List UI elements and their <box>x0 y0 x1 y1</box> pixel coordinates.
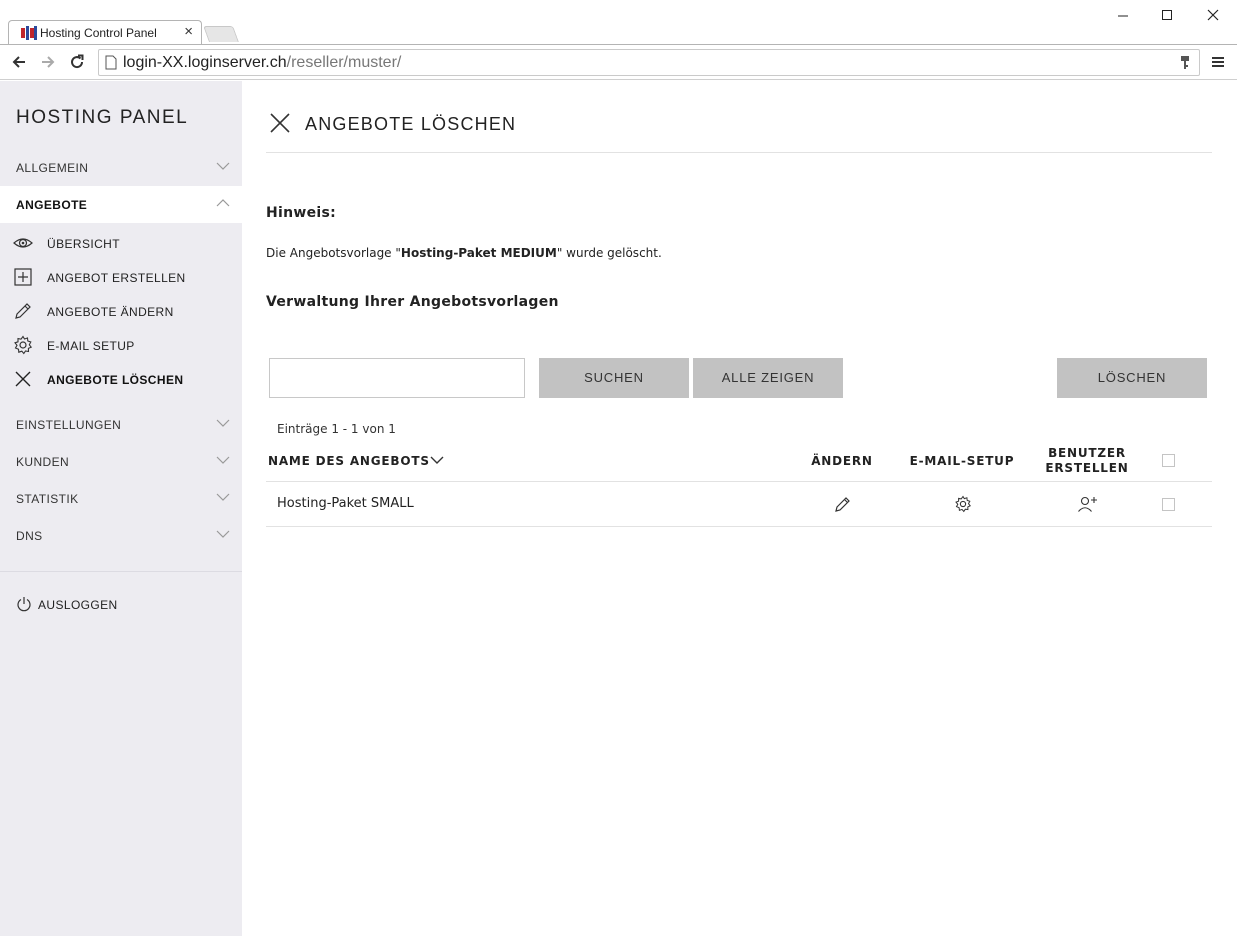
sidebar-item-label: ANGEBOT ERSTELLEN <box>47 271 186 285</box>
address-bar[interactable]: login-XX.loginserver.ch/reseller/muster/ <box>98 49 1200 76</box>
sidebar-section-label: EINSTELLUNGEN <box>16 418 122 432</box>
entry-count: Einträge 1 - 1 von 1 <box>277 422 396 436</box>
chevron-down-icon <box>216 419 230 427</box>
deleted-offer-name: Hosting-Paket MEDIUM <box>400 246 557 260</box>
add-user-icon[interactable] <box>1077 495 1099 513</box>
sidebar-section-allgemein[interactable]: ALLGEMEIN <box>0 149 242 186</box>
section-heading: Verwaltung Ihrer Angebotsvorlagen <box>266 294 559 310</box>
sidebar-item-label: ÜBERSICHT <box>47 237 120 251</box>
sidebar-section-label: KUNDEN <box>16 455 70 469</box>
column-header-name[interactable]: NAME DES ANGEBOTS <box>268 454 430 468</box>
browser-menu-icon[interactable] <box>1210 54 1226 70</box>
address-url: login-XX.loginserver.ch/reseller/muster/ <box>123 54 402 71</box>
column-header-edit: ÄNDERN <box>811 454 873 468</box>
chevron-up-icon <box>216 199 230 207</box>
new-tab-button[interactable] <box>203 26 239 42</box>
plus-box-icon <box>14 268 32 286</box>
back-icon[interactable] <box>9 52 29 72</box>
sidebar-section-angebote[interactable]: ANGEBOTE <box>0 186 242 223</box>
show-all-button[interactable]: ALLE ZEIGEN <box>693 358 843 398</box>
sidebar: HOSTING PANEL ALLGEMEIN ANGEBOTE ÜBERSIC… <box>0 81 242 936</box>
sidebar-section-dns[interactable]: DNS <box>0 517 242 554</box>
eye-icon <box>13 238 33 248</box>
pencil-icon <box>15 303 31 319</box>
window-close-icon[interactable] <box>1202 4 1224 26</box>
sidebar-item-angebote-aendern[interactable]: ANGEBOTE ÄNDERN <box>0 294 242 328</box>
search-button[interactable]: SUCHEN <box>539 358 689 398</box>
sidebar-section-statistik[interactable]: STATISTIK <box>0 480 242 517</box>
close-icon[interactable] <box>269 112 291 134</box>
sidebar-item-email-setup[interactable]: E-MAIL SETUP <box>0 328 242 362</box>
page-icon <box>105 55 117 70</box>
sidebar-item-label: ANGEBOTE ÄNDERN <box>47 305 174 319</box>
pencil-icon[interactable] <box>834 495 852 513</box>
reload-icon[interactable] <box>67 52 87 72</box>
sidebar-divider <box>0 571 242 572</box>
sort-chevron-down-icon[interactable] <box>430 455 444 465</box>
sidebar-section-label: ANGEBOTE <box>16 198 88 212</box>
close-icon <box>15 371 31 387</box>
maximize-icon[interactable] <box>1156 4 1178 26</box>
brand-logo: HOSTING PANEL <box>16 107 189 128</box>
main-content: ANGEBOTE LÖSCHEN Hinweis: Die Angebotsvo… <box>242 81 1237 936</box>
header-divider <box>266 481 1212 482</box>
column-header-create-user: BENUTZER ERSTELLEN <box>1045 446 1129 475</box>
logout-label: AUSLOGGEN <box>38 598 118 612</box>
column-header-email-setup: E-MAIL-SETUP <box>909 454 1015 468</box>
search-input[interactable] <box>269 358 525 398</box>
favicon-icon <box>21 26 37 40</box>
page-title: ANGEBOTE LÖSCHEN <box>305 114 517 134</box>
sidebar-section-kunden[interactable]: KUNDEN <box>0 443 242 480</box>
sidebar-section-label: ALLGEMEIN <box>16 161 89 175</box>
sidebar-item-label: ANGEBOTE LÖSCHEN <box>47 373 184 387</box>
gear-icon[interactable] <box>954 495 972 513</box>
hint-message: Die Angebotsvorlage "Hosting-Paket MEDIU… <box>266 246 662 260</box>
sidebar-section-label: DNS <box>16 529 43 543</box>
forward-icon[interactable] <box>38 52 58 72</box>
row-divider <box>266 526 1212 527</box>
minimize-icon[interactable] <box>1112 4 1134 26</box>
chevron-down-icon <box>216 530 230 538</box>
power-icon <box>17 597 31 612</box>
browser-toolbar: login-XX.loginserver.ch/reseller/muster/ <box>0 45 1237 80</box>
tab-close-icon[interactable]: × <box>184 23 193 40</box>
browser-tab[interactable]: Hosting Control Panel × <box>8 20 202 45</box>
sidebar-item-uebersicht[interactable]: ÜBERSICHT <box>0 226 242 260</box>
browser-chrome: Hosting Control Panel × login-XX.loginse… <box>0 0 1237 80</box>
sidebar-section-label: STATISTIK <box>16 492 79 506</box>
logout-button[interactable]: AUSLOGGEN <box>0 591 242 617</box>
delete-button[interactable]: LÖSCHEN <box>1057 358 1207 398</box>
key-icon[interactable] <box>1179 55 1191 71</box>
title-divider <box>266 152 1212 153</box>
sidebar-item-angebot-erstellen[interactable]: ANGEBOT ERSTELLEN <box>0 260 242 294</box>
sidebar-item-angebote-loeschen[interactable]: ANGEBOTE LÖSCHEN <box>0 362 242 396</box>
chevron-down-icon <box>216 456 230 464</box>
tab-title: Hosting Control Panel <box>40 26 157 40</box>
chevron-down-icon <box>216 162 230 170</box>
hint-heading: Hinweis: <box>266 205 337 221</box>
offer-name: Hosting-Paket SMALL <box>277 496 414 511</box>
gear-icon <box>14 335 33 355</box>
select-all-checkbox[interactable] <box>1162 454 1175 467</box>
row-checkbox[interactable] <box>1162 498 1175 511</box>
sidebar-item-label: E-MAIL SETUP <box>47 339 135 353</box>
chevron-down-icon <box>216 493 230 501</box>
sidebar-section-einstellungen[interactable]: EINSTELLUNGEN <box>0 406 242 443</box>
tab-strip: Hosting Control Panel × <box>0 0 1237 45</box>
